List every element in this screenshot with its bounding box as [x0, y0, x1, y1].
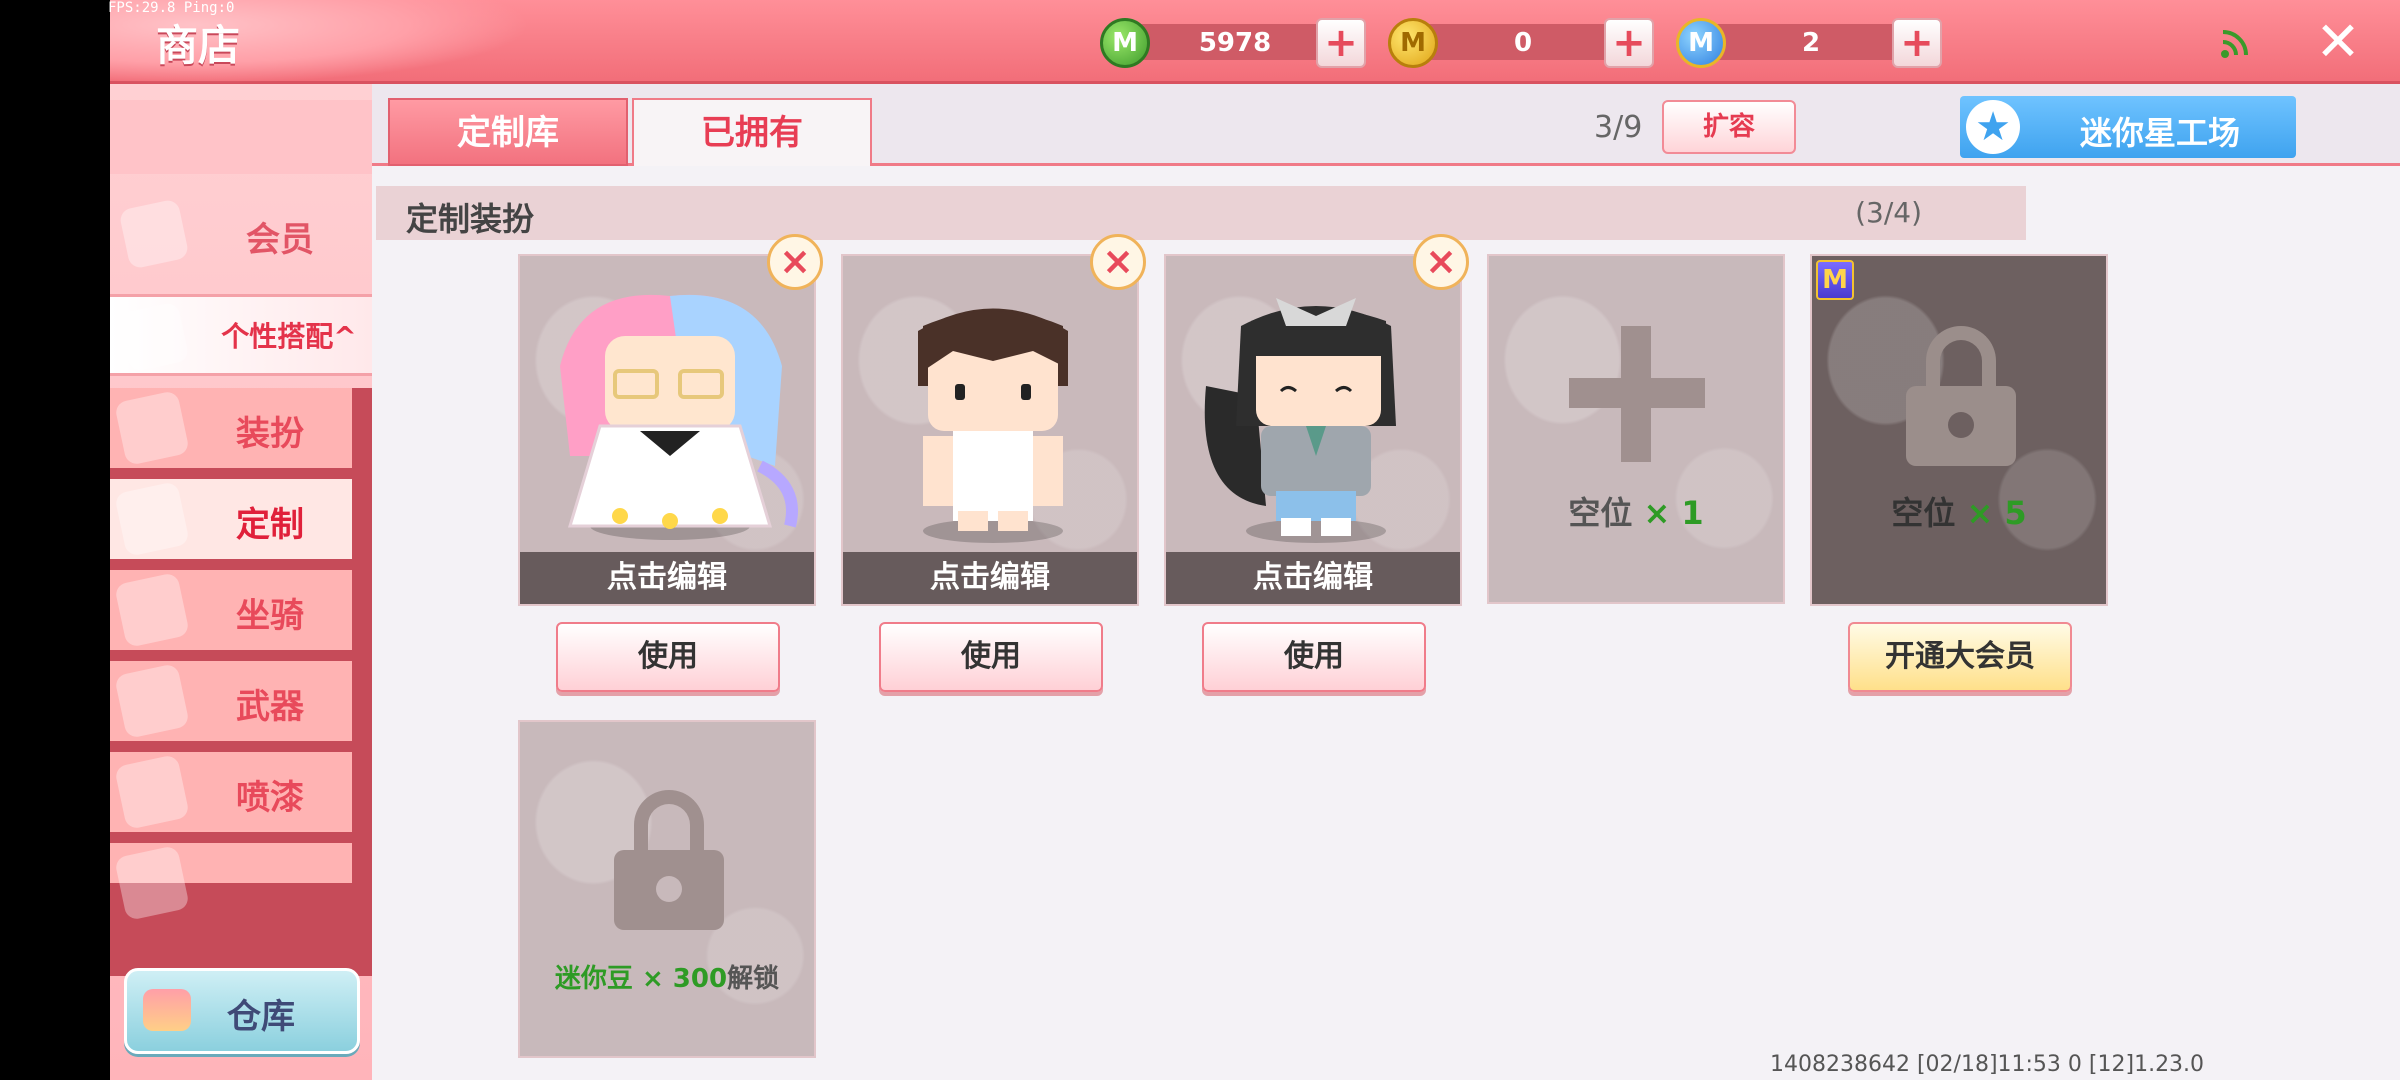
currency-value: 0	[1513, 28, 1533, 58]
sidebar-item-custom[interactable]: 定制	[110, 479, 352, 559]
shop-app: 商店 M 5978 + M 0 + M 2 + ✕ 会员 个性搭配^ 装扮 定制…	[110, 0, 2400, 1080]
avatar-black-hair-image	[1204, 298, 1396, 543]
vip-locked-slot-card[interactable]: M 空位 × 5	[1810, 254, 2108, 606]
add-mini-point-button[interactable]: +	[1892, 18, 1942, 68]
sidebar-item-label: 个性搭配^	[221, 320, 357, 353]
sidebar-item-mount[interactable]: 坐骑	[110, 570, 352, 650]
tab-owned[interactable]: 已拥有	[632, 98, 872, 166]
vip-badge-icon: M	[1816, 260, 1854, 300]
chevron-up-icon: ^	[333, 320, 357, 353]
storage-button[interactable]: 仓库	[124, 968, 360, 1054]
outfit-icon	[118, 301, 190, 373]
mini-workshop-button[interactable]: ★ 迷你星工场	[1960, 96, 2296, 158]
sidebar-item-personal-outfit[interactable]: 个性搭配^	[110, 294, 372, 376]
open-vip-button[interactable]: 开通大会员	[1848, 622, 2072, 692]
content-panel: 定制装扮 (3/4) 点击编辑 × 使用 点击编辑 × 使用 点击编辑 × 使用…	[372, 166, 2400, 1080]
add-icon	[1569, 326, 1705, 462]
click-to-edit-label[interactable]: 点击编辑	[1166, 552, 1460, 604]
pencil-ruler-icon	[114, 481, 190, 557]
section-title: 定制装扮	[406, 200, 535, 238]
shop-title: 商店	[156, 21, 241, 70]
unlock-cost-label: 迷你豆 × 300解锁	[554, 964, 780, 994]
outfit-card-2[interactable]: 点击编辑	[841, 254, 1139, 606]
sidebar-item-spray[interactable]: 喷漆	[110, 752, 352, 832]
item-icon	[114, 845, 190, 921]
spray-can-icon	[114, 754, 190, 830]
click-to-edit-label[interactable]: 点击编辑	[520, 552, 814, 604]
capacity-count: 3/9	[1594, 110, 1643, 145]
lock-icon	[614, 790, 724, 930]
sidebar-item-member[interactable]: 会员	[110, 194, 352, 274]
vip-slot-label: 空位 × 5	[1891, 494, 2027, 532]
outfit-card-1[interactable]: 点击编辑	[518, 254, 816, 606]
section-header: 定制装扮 (3/4)	[376, 186, 2026, 240]
add-mini-coin-button[interactable]: +	[1316, 18, 1366, 68]
avatar-brown-hair-image	[918, 308, 1068, 543]
currency-value: 2	[1801, 28, 1821, 58]
expand-capacity-button[interactable]: 扩容	[1662, 100, 1796, 154]
bean-locked-slot-card[interactable]: 迷你豆 × 300解锁	[518, 720, 816, 1058]
add-mini-bean-button[interactable]: +	[1604, 18, 1654, 68]
sidebar-item-label: 坐骑	[236, 596, 304, 636]
mini-bean-gold-icon: M	[1388, 18, 1438, 68]
lock-icon	[1906, 326, 2016, 466]
tab-custom-library[interactable]: 定制库	[388, 98, 628, 166]
sidebar-top-strip	[110, 100, 372, 174]
storage-label: 仓库	[227, 997, 295, 1037]
workshop-label: 迷你星工场	[2079, 114, 2240, 152]
outfit-card-3[interactable]: 点击编辑	[1164, 254, 1462, 606]
avatar-pink-hair-image	[560, 294, 798, 540]
fps-indicator: FPS:29.8 Ping:0	[108, 0, 235, 16]
sidebar: 会员 个性搭配^ 装扮 定制 坐骑 武器 喷漆 仓库	[110, 84, 372, 1080]
sidebar-item-label: 会员	[246, 220, 314, 260]
mini-point-blue-icon: M	[1676, 18, 1726, 68]
shirt-icon	[114, 390, 190, 466]
mini-coin-green-icon: M	[1100, 18, 1150, 68]
click-to-edit-label[interactable]: 点击编辑	[843, 552, 1137, 604]
delete-outfit-2-close-icon[interactable]: ×	[1090, 234, 1146, 290]
member-icon	[118, 198, 190, 270]
storage-icon	[143, 989, 191, 1031]
empty-slot-label: 空位 × 1	[1568, 494, 1704, 532]
sidebar-item-dressup[interactable]: 装扮	[110, 388, 352, 468]
star-icon: ★	[1966, 100, 2020, 154]
delete-outfit-3-close-icon[interactable]: ×	[1413, 234, 1469, 290]
sidebar-item-weapon[interactable]: 武器	[110, 661, 352, 741]
game-screen: FPS:29.8 Ping:0 商店 M 5978 + M 0 + M 2 + …	[0, 0, 2400, 1080]
gun-icon	[114, 663, 190, 739]
use-outfit-3-button[interactable]: 使用	[1202, 622, 1426, 692]
tab-row: 定制库 已拥有 3/9 扩容 ★ 迷你星工场	[372, 84, 2400, 166]
section-count: (3/4)	[1855, 196, 1922, 229]
sidebar-item-label: 武器	[236, 687, 304, 727]
close-icon[interactable]: ✕	[2310, 14, 2366, 70]
sidebar-submenu: 装扮 定制 坐骑 武器 喷漆	[110, 388, 372, 976]
delete-outfit-1-close-icon[interactable]: ×	[767, 234, 823, 290]
mount-icon	[114, 572, 190, 648]
currency-value: 5978	[1198, 28, 1272, 58]
sidebar-item-partial[interactable]	[110, 843, 352, 921]
sidebar-item-label: 装扮	[236, 414, 304, 454]
empty-slot-card[interactable]: 空位 × 1	[1487, 254, 1785, 604]
use-outfit-1-button[interactable]: 使用	[556, 622, 780, 692]
top-bar: 商店 M 5978 + M 0 + M 2 + ✕	[110, 0, 2400, 84]
sidebar-item-label: 喷漆	[236, 778, 304, 818]
signal-icon	[2221, 30, 2248, 58]
use-outfit-2-button[interactable]: 使用	[879, 622, 1103, 692]
build-info: 1408238642 [02/18]11:53 0 [12]1.23.0	[1770, 1052, 2205, 1077]
sidebar-item-label: 定制	[236, 505, 304, 545]
